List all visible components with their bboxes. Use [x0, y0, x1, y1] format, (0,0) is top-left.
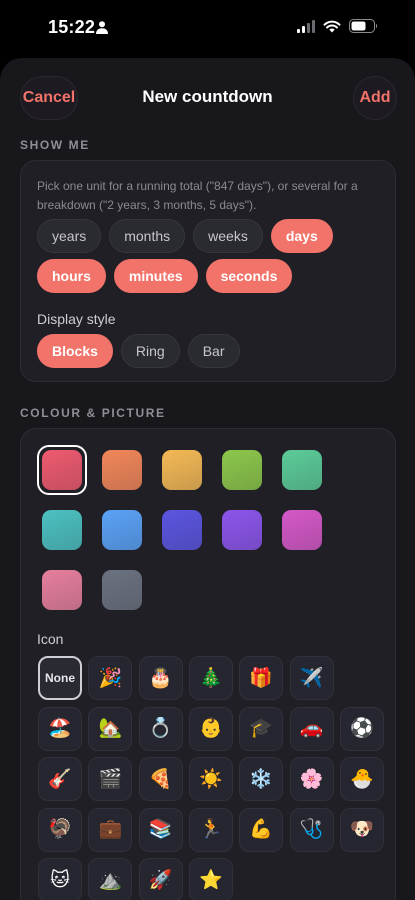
new-countdown-sheet: Cancel New countdown Add SHOW ME Pick on…	[0, 58, 415, 900]
style-chip-blocks[interactable]: Blocks	[37, 334, 113, 368]
cherry-blossom-icon[interactable]: 🌸	[289, 757, 334, 801]
colour-swatch[interactable]	[42, 570, 82, 610]
units-row-1: years months weeks days	[37, 219, 333, 253]
star-icon[interactable]: ⭐	[188, 858, 233, 900]
rocket-icon[interactable]: 🚀	[138, 858, 183, 900]
units-hint: Pick one unit for a running total ("847 …	[37, 179, 358, 212]
mountain-icon[interactable]: ⛰️	[88, 858, 133, 900]
section-heading-colour-picture: COLOUR & PICTURE	[20, 406, 166, 420]
style-chip-ring[interactable]: Ring	[120, 334, 180, 368]
hatching-chick-icon[interactable]: 🐣	[339, 757, 384, 801]
unit-chip-weeks[interactable]: weeks	[193, 219, 263, 253]
section-heading-show-me: SHOW ME	[20, 138, 90, 152]
colour-swatch[interactable]	[162, 450, 202, 490]
soccer-ball-icon[interactable]: ⚽	[339, 706, 384, 751]
gift-icon[interactable]: 🎁	[239, 656, 284, 700]
birthday-cake-icon[interactable]: 🎂	[138, 656, 183, 700]
flexed-biceps-icon[interactable]: 💪	[239, 807, 284, 852]
colour-swatch[interactable]	[282, 450, 322, 490]
dog-icon[interactable]: 🐶	[339, 807, 384, 852]
colour-swatch[interactable]	[42, 510, 82, 550]
colour-picture-card: Icon None 🎉 🎂 🎄 🎁 ✈️ 🏖️ 🏡 💍 👶 🎓 🚗 ⚽ 🎸 🎬 🍕 ☀️ ❄️ 🌸 🐣 🦃 💼 📚 🏃 💪 🩺 🐶 🐱…	[20, 428, 396, 900]
party-popper-icon[interactable]: 🎉	[88, 656, 133, 700]
show-me-card: Pick one unit for a running total ("847 …	[20, 160, 396, 382]
snowflake-icon[interactable]: ❄️	[239, 757, 284, 801]
person-icon	[96, 21, 108, 34]
wifi-icon	[323, 20, 341, 32]
colour-swatch[interactable]	[222, 450, 262, 490]
clapper-board-icon[interactable]: 🎬	[88, 757, 133, 801]
style-chip-bar[interactable]: Bar	[187, 334, 240, 368]
airplane-icon[interactable]: ✈️	[289, 656, 334, 700]
books-icon[interactable]: 📚	[138, 807, 183, 852]
display-style-label: Display style	[37, 311, 116, 327]
ring-icon[interactable]: 💍	[138, 706, 183, 751]
cellular-signal-icon	[297, 19, 315, 33]
briefcase-icon[interactable]: 💼	[88, 807, 133, 852]
turkey-icon[interactable]: 🦃	[38, 807, 82, 852]
sun-icon[interactable]: ☀️	[188, 757, 233, 801]
colour-swatch[interactable]	[282, 510, 322, 550]
battery-icon	[349, 19, 378, 33]
pizza-icon[interactable]: 🍕	[138, 757, 183, 801]
colour-swatch[interactable]	[42, 450, 82, 490]
beach-umbrella-icon[interactable]: 🏖️	[38, 706, 82, 751]
runner-icon[interactable]: 🏃	[188, 807, 233, 852]
colour-swatch[interactable]	[222, 510, 262, 550]
graduation-cap-icon[interactable]: 🎓	[239, 706, 284, 751]
colour-swatch[interactable]	[162, 510, 202, 550]
colour-swatch[interactable]	[102, 450, 142, 490]
cat-icon[interactable]: 🐱	[38, 858, 82, 900]
christmas-tree-icon[interactable]: 🎄	[188, 656, 233, 700]
guitar-icon[interactable]: 🎸	[38, 757, 82, 801]
unit-chip-hours[interactable]: hours	[37, 259, 106, 293]
colour-swatch[interactable]	[102, 570, 142, 610]
unit-chip-days[interactable]: days	[270, 219, 333, 253]
colour-swatch[interactable]	[102, 510, 142, 550]
status-bar: 15:22	[0, 0, 415, 56]
unit-chip-months[interactable]: months	[109, 219, 186, 253]
units-row-2: hours minutes seconds	[37, 259, 293, 293]
house-icon[interactable]: 🏡	[88, 706, 133, 751]
car-icon[interactable]: 🚗	[289, 706, 334, 751]
status-time: 15:22	[48, 17, 96, 37]
icon-label: Icon	[37, 631, 64, 647]
unit-chip-seconds[interactable]: seconds	[205, 259, 293, 293]
display-style-row: Blocks Ring Bar	[37, 334, 240, 368]
add-button[interactable]: Add	[353, 76, 397, 120]
baby-icon[interactable]: 👶	[188, 706, 233, 751]
icon-none-button[interactable]: None	[38, 656, 82, 700]
stethoscope-icon[interactable]: 🩺	[289, 807, 334, 852]
unit-chip-minutes[interactable]: minutes	[113, 259, 198, 293]
unit-chip-years[interactable]: years	[37, 219, 102, 253]
